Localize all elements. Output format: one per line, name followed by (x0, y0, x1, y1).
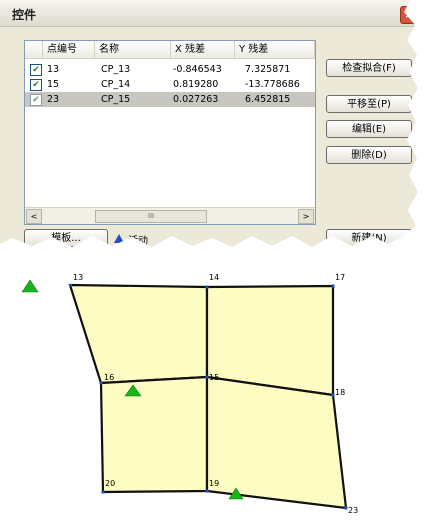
vertex-node (205, 285, 209, 289)
new-button[interactable]: 新建(N) (326, 229, 412, 247)
active-marker-icon (114, 234, 124, 243)
table-row[interactable]: ✔ 13 CP_13 -0.846543 7.325871 (25, 62, 315, 77)
column-header-y-residual[interactable]: Y 残差 (235, 41, 315, 58)
cell-point-id: 15 (47, 79, 60, 90)
dialog-title: 控件 (12, 8, 37, 22)
scrollbar-thumb[interactable]: III (95, 210, 207, 223)
active-legend-label: 活动 (128, 236, 148, 247)
check-fit-button[interactable]: 检查拟合(F) (326, 59, 412, 77)
polygon-grid (68, 283, 348, 510)
cell-x-residual: -0.846543 (173, 64, 222, 75)
vertex-label-19: 19 (209, 479, 219, 488)
cell-y-residual: 6.452815 (245, 94, 291, 105)
cell-name: CP_13 (101, 64, 131, 75)
scroll-left-button[interactable]: < (26, 209, 42, 224)
check-icon: ✔ (32, 65, 40, 75)
cell-name: CP_15 (101, 94, 131, 105)
close-icon: × (404, 8, 414, 21)
map-view[interactable]: 13 14 17 16 15 18 20 19 23 (0, 258, 429, 530)
cell-y-residual: 7.325871 (245, 64, 291, 75)
edit-button[interactable]: 编辑(E) (326, 120, 412, 138)
horizontal-scrollbar[interactable]: < III > (25, 207, 315, 224)
column-header-name[interactable]: 名称 (95, 41, 171, 58)
vertex-node (69, 284, 72, 287)
cell-y-residual: -13.778686 (245, 79, 300, 90)
control-points-list[interactable]: 点编号 名称 X 残差 Y 残差 ✔ 13 CP_13 -0.846543 7.… (24, 40, 316, 225)
vertex-label-18: 18 (335, 388, 345, 397)
polygon-bottom-right[interactable] (205, 375, 348, 510)
row-checkbox[interactable]: ✔ (30, 94, 42, 106)
header-check-column (25, 41, 43, 58)
vertex-node (99, 381, 103, 385)
cell-point-id: 23 (47, 94, 60, 105)
title-bar: 控件 × (0, 0, 418, 27)
delete-button[interactable]: 删除(D) (326, 146, 412, 164)
vertex-label-23: 23 (348, 506, 358, 515)
check-icon: ✔ (32, 80, 40, 90)
vertex-label-16: 16 (104, 373, 114, 382)
pan-to-button[interactable]: 平移至(P) (326, 95, 412, 113)
table-row[interactable]: ✔ 15 CP_14 0.819280 -13.778686 (25, 77, 315, 92)
row-checkbox[interactable]: ✔ (30, 79, 42, 91)
polygon-bottom-left[interactable] (99, 375, 209, 494)
row-checkbox[interactable]: ✔ (30, 64, 42, 76)
template-button[interactable]: 模板... (24, 229, 108, 247)
column-header-point-id[interactable]: 点编号 (43, 41, 95, 58)
cell-name: CP_14 (101, 79, 131, 90)
vertex-node (101, 490, 105, 494)
vertex-label-20: 20 (105, 479, 115, 488)
list-header: 点编号 名称 X 残差 Y 残差 (25, 41, 315, 59)
vertex-label-15: 15 (209, 373, 219, 382)
polygon-top-left[interactable] (68, 283, 209, 385)
vertex-label-13: 13 (73, 273, 83, 282)
check-icon: ✔ (32, 95, 40, 105)
vertex-label-14: 14 (209, 273, 219, 282)
close-button[interactable]: × (400, 6, 418, 24)
vertex-label-17: 17 (335, 273, 345, 282)
cell-point-id: 13 (47, 64, 60, 75)
control-points-dialog: 控件 × 点编号 名称 X 残差 Y 残差 ✔ 13 CP_13 -0.8465… (0, 0, 418, 247)
control-point-marker[interactable] (21, 279, 39, 293)
table-row-selected[interactable]: ✔ 23 CP_15 0.027263 6.452815 (25, 92, 315, 107)
scroll-right-button[interactable]: > (298, 209, 314, 224)
vertex-node (331, 284, 335, 288)
column-header-x-residual[interactable]: X 残差 (171, 41, 235, 58)
cell-x-residual: 0.027263 (173, 94, 219, 105)
cell-x-residual: 0.819280 (173, 79, 219, 90)
vertex-node (205, 489, 209, 493)
